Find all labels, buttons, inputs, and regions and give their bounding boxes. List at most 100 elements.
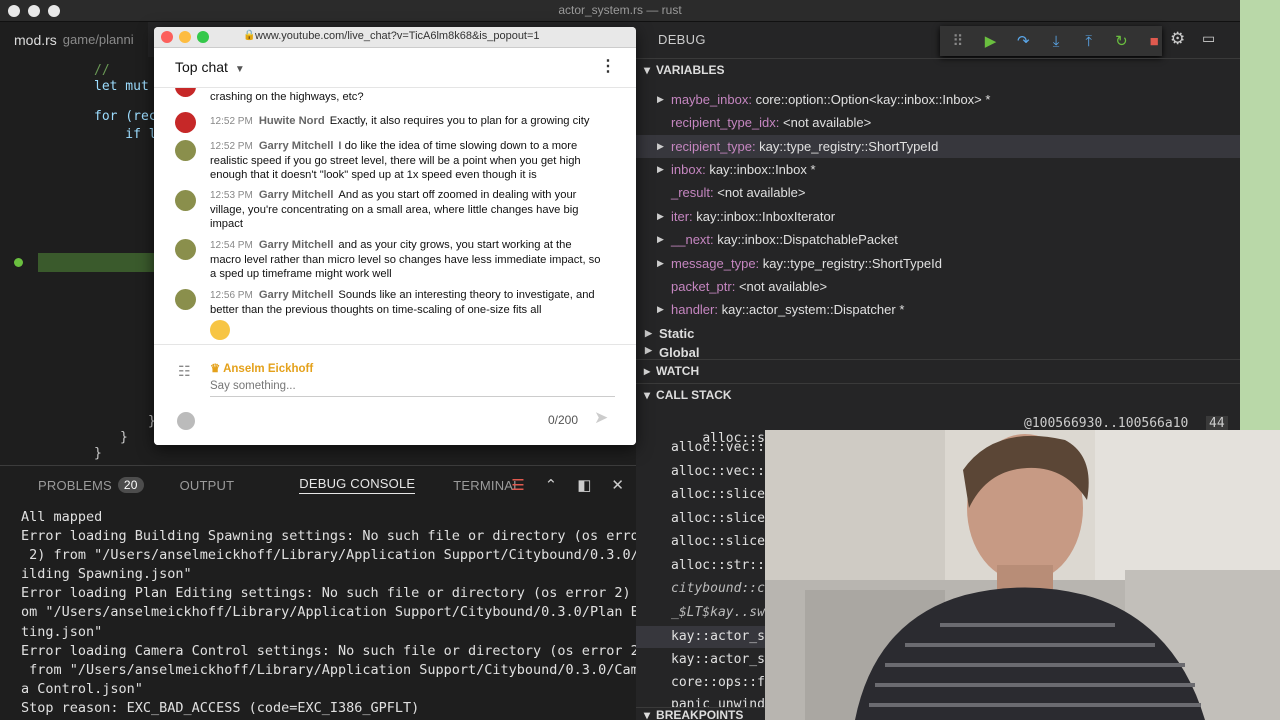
tab-mod-rs[interactable]: mod.rs game/planni	[0, 22, 148, 57]
chat-messages[interactable]: crashing on the highways, etc? 12:52 PM H…	[154, 88, 636, 344]
console-line: 2) from "/Users/anselmeickhoff/Library/A…	[21, 547, 655, 564]
drag-handle-icon[interactable]: ⠿	[950, 32, 966, 50]
message-author[interactable]: Garry Mitchell	[259, 289, 334, 301]
variable-name: recipient_type:	[671, 139, 756, 154]
message-author[interactable]: Garry Mitchell	[259, 189, 334, 201]
more-options-icon[interactable]: ⋮	[600, 56, 616, 76]
variable-row[interactable]: ▶ __next: kay::inbox::DispatchablePacket	[636, 228, 1240, 251]
avatar	[175, 112, 196, 133]
message-time: 12:52 PM	[210, 116, 253, 127]
callstack-frame[interactable]: alloc::slice:	[671, 487, 773, 502]
callstack-frame[interactable]: core::ops::fu	[671, 675, 773, 690]
variable-row[interactable]: ▶ handler: kay::actor_system::Dispatcher …	[636, 298, 1240, 321]
chat-message-input[interactable]: Say something...	[210, 380, 615, 397]
debug-console-output[interactable]: All mapped Error loading Building Spawni…	[21, 508, 655, 718]
variable-name: __next:	[671, 232, 714, 247]
gear-icon[interactable]: ⚙	[1170, 29, 1185, 49]
current-line-highlight	[38, 253, 158, 272]
variable-row[interactable]: _result: <not available>	[636, 181, 1240, 204]
variable-row[interactable]: ▶ iter: kay::inbox::InboxIterator	[636, 205, 1240, 228]
chat-zoom-button[interactable]	[197, 31, 209, 43]
chevron-right-icon: ▶	[657, 258, 664, 268]
callstack-frame[interactable]: alloc::vec::{	[671, 440, 773, 455]
variable-value: kay::type_registry::ShortTypeId	[759, 256, 942, 271]
variable-row[interactable]: ▶ inbox: kay::inbox::Inbox *	[636, 158, 1240, 181]
callstack-frame[interactable]: _$LT$kay..swa	[671, 605, 773, 620]
chat-user-label: Anselm Eickhoff	[223, 363, 314, 375]
chevron-down-icon: ▾	[644, 62, 651, 77]
variables-section-header[interactable]: ▾ VARIABLES	[636, 58, 1240, 80]
avatar	[175, 190, 196, 211]
variable-row[interactable]: ▶ maybe_inbox: core::option::Option<kay::…	[636, 88, 1240, 111]
message-author[interactable]: Garry Mitchell	[259, 140, 334, 152]
scope-label: Static	[659, 326, 695, 341]
watch-title: WATCH	[656, 363, 700, 378]
variable-row[interactable]: recipient_type_idx: <not available>	[636, 111, 1240, 134]
tab-debug-console[interactable]: DEBUG CONSOLE	[299, 476, 416, 494]
chevron-right-icon: ▶	[645, 345, 652, 355]
message-text: Exactly, it also requires you to plan fo…	[329, 115, 590, 127]
frame-line-number: 44	[1206, 416, 1228, 431]
chat-minimize-button[interactable]	[179, 31, 191, 43]
stop-icon[interactable]: ■	[1146, 33, 1162, 50]
callstack-frame[interactable]: alloc::vec::{	[671, 464, 773, 479]
breakpoint-icon[interactable]	[14, 258, 23, 267]
step-into-icon[interactable]: ⤓	[1048, 33, 1064, 50]
clear-console-icon[interactable]: ☰	[511, 476, 524, 494]
emoji-picker-icon[interactable]	[177, 412, 195, 430]
chat-message: 12:54 PM Garry Mitchell and as your city g…	[210, 238, 605, 282]
chat-window-bar: 🔒 www.youtube.com/live_chat?v=TicA6lm8k6…	[154, 27, 636, 48]
restart-icon[interactable]: ↻	[1114, 32, 1130, 50]
callstack-section-header[interactable]: ▾ CALL STACK	[636, 383, 1240, 405]
variable-name: packet_ptr:	[671, 279, 736, 294]
chevron-right-icon: ▶	[645, 328, 652, 338]
terminal-icon[interactable]: ▭	[1202, 30, 1215, 47]
console-line: Error loading Building Spawning settings…	[21, 528, 647, 545]
variable-value: kay::actor_system::Dispatcher *	[717, 302, 905, 317]
chat-user-name: ♛ Anselm Eickhoff	[210, 361, 313, 375]
message-author[interactable]: Huwite Nord	[259, 115, 325, 127]
tab-file-path: game/planni	[62, 32, 134, 47]
chat-url: www.youtube.com/live_chat?v=TicA6lm8k68&…	[255, 30, 540, 42]
callstack-frame[interactable]: citybound::ca	[671, 581, 773, 596]
chat-message: 12:52 PM Garry Mitchell I do like the idea…	[210, 139, 605, 183]
step-over-icon[interactable]: ↷	[1015, 32, 1031, 50]
variable-value: kay::inbox::InboxIterator	[692, 209, 836, 224]
chat-header: Top chat ▼ ⋮	[154, 48, 636, 88]
channel-avatar-icon: ☷	[178, 363, 191, 379]
variable-name: iter:	[671, 209, 693, 224]
scope-global[interactable]: ▶ Global	[636, 345, 1240, 359]
send-icon[interactable]: ➤	[594, 408, 608, 428]
tab-output[interactable]: OUTPUT	[180, 478, 235, 493]
callstack-frame[interactable]: alloc::slice:	[671, 511, 773, 526]
variable-row[interactable]: ▶ message_type: kay::type_registry::Short…	[636, 252, 1240, 275]
callstack-frame[interactable]: alloc::slice:	[671, 534, 773, 549]
avatar	[175, 140, 196, 161]
callstack-frame[interactable]: panic_unwind:	[671, 697, 773, 707]
message-author[interactable]: Garry Mitchell	[259, 239, 334, 251]
variable-row[interactable]: packet_ptr: <not available>	[636, 275, 1240, 298]
message-time: 12:52 PM	[210, 141, 253, 152]
close-panel-icon[interactable]: ✕	[611, 476, 624, 494]
code-line: }	[94, 446, 102, 461]
frame-address: @100566930..100566a10	[1024, 416, 1189, 431]
split-panel-icon[interactable]: ◧	[577, 476, 591, 494]
avatar	[175, 239, 196, 260]
maximize-panel-icon[interactable]: ⌃	[545, 476, 558, 494]
caret-down-icon: ▼	[234, 64, 245, 75]
chat-mode-dropdown[interactable]: Top chat ▼	[175, 59, 245, 75]
code-line: }	[120, 430, 128, 445]
chat-close-button[interactable]	[161, 31, 173, 43]
scope-static[interactable]: ▶ Static	[636, 322, 1240, 345]
callstack-frame[interactable]: alloc::str::{	[671, 558, 773, 573]
continue-icon[interactable]: ▶	[983, 32, 999, 50]
chat-mode-label: Top chat	[175, 59, 228, 75]
variable-row[interactable]: ▶ recipient_type: kay::type_registry::Sho…	[636, 135, 1240, 158]
callstack-frame-selected[interactable]: kay::actor_sy	[636, 626, 773, 648]
watch-section-header[interactable]: ▸ WATCH	[636, 359, 1240, 381]
tab-problems[interactable]: PROBLEMS 20	[38, 477, 144, 493]
callstack-frame[interactable]: kay::actor_sy	[671, 652, 773, 667]
step-out-icon[interactable]: ⤒	[1081, 33, 1097, 50]
crown-icon: ♛	[210, 363, 221, 375]
chevron-down-icon: ▾	[644, 708, 651, 720]
